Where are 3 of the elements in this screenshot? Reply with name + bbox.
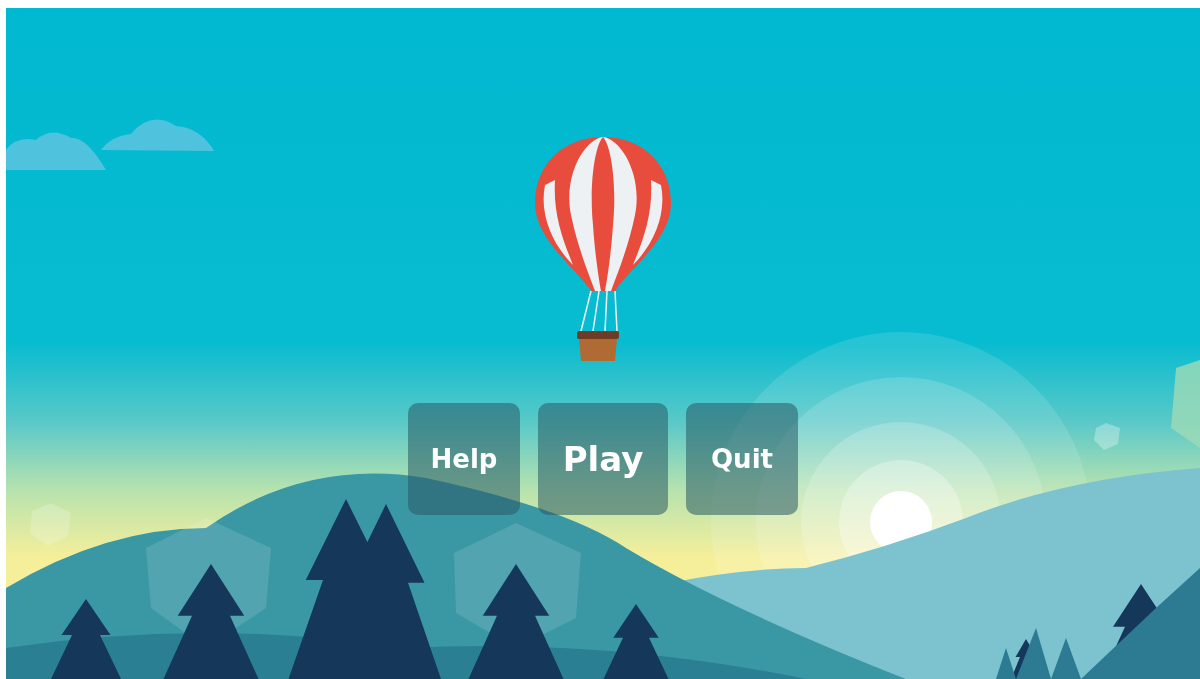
play-button[interactable]: Play [538,403,668,515]
menu-button[interactable]: Help [408,403,520,515]
menu-button[interactable]: Quit [686,403,798,515]
